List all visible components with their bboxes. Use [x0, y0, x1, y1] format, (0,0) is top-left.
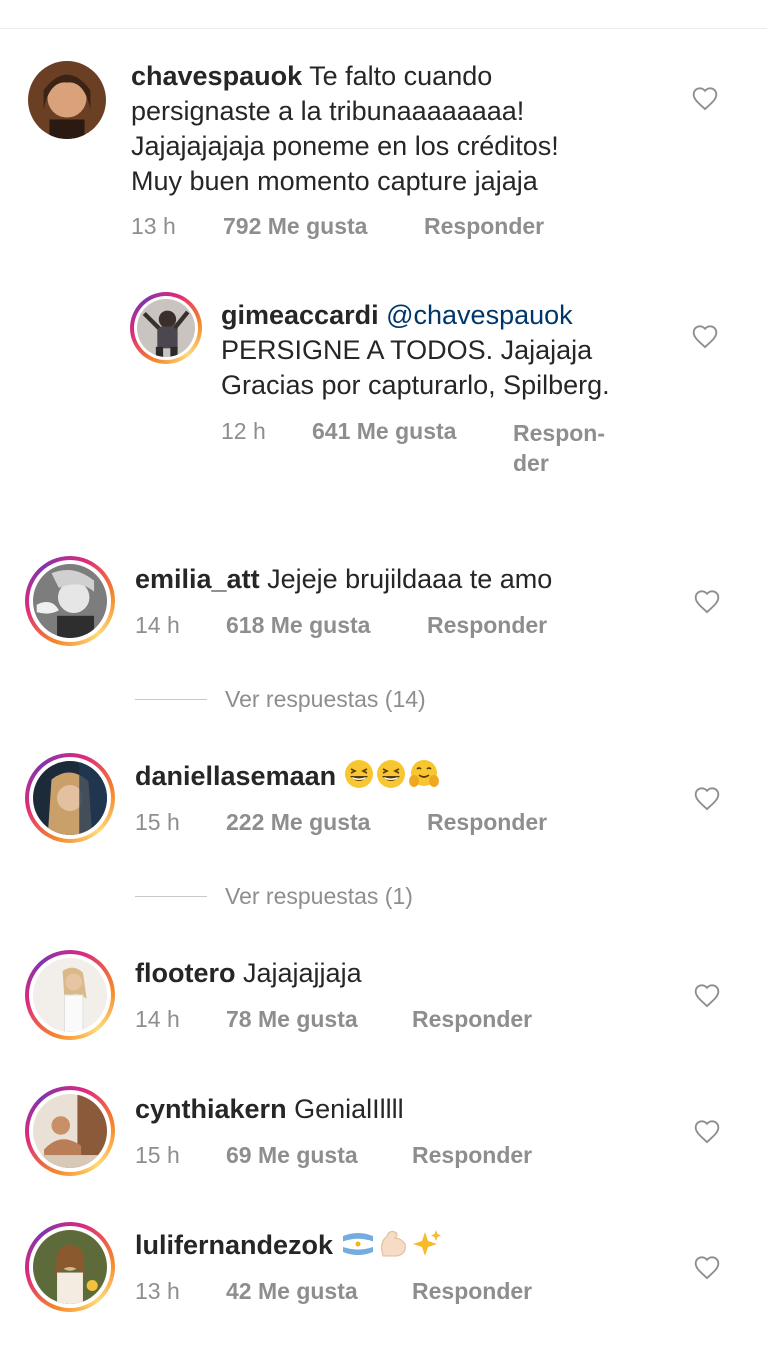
comment-text: Muy buen momento capture jajaja: [131, 166, 538, 196]
reply-label-line1: Respon-: [513, 420, 605, 446]
reply-button[interactable]: Responder: [427, 612, 547, 639]
avatar[interactable]: [130, 292, 202, 364]
heart-outline-icon[interactable]: [691, 85, 719, 111]
comment-username[interactable]: emilia_att: [135, 564, 260, 594]
likes-count[interactable]: 641 Me gusta: [312, 418, 456, 445]
comment-username[interactable]: chavespauok: [131, 61, 302, 91]
comment-time: 14 h: [135, 1006, 180, 1032]
heart-outline-icon[interactable]: [693, 1254, 721, 1280]
comment-time: 14 h: [135, 612, 180, 638]
flexed-biceps-emoji: [380, 1231, 406, 1257]
comment-text: Jejeje brujildaaa te amo: [267, 564, 553, 594]
likes-count[interactable]: 618 Me gusta: [226, 612, 370, 639]
grinning-squint-emoji: [376, 760, 405, 788]
likes-count[interactable]: 69 Me gusta: [226, 1142, 358, 1169]
reply-button[interactable]: Responder: [412, 1278, 532, 1305]
avatar[interactable]: [25, 556, 115, 646]
heart-outline-icon[interactable]: [693, 982, 721, 1008]
avatar[interactable]: [28, 61, 106, 139]
comment-time: 15 h: [135, 1142, 180, 1168]
reply-button[interactable]: Responder: [427, 809, 547, 836]
argentina-flag-emoji: [342, 1233, 373, 1255]
replies-divider-line: [135, 896, 207, 897]
avatar[interactable]: [25, 950, 115, 1040]
comment-text: PERSIGNE A TODOS. Jajajaja: [221, 335, 593, 365]
reply-button[interactable]: Responder: [424, 213, 544, 240]
likes-count[interactable]: 792 Me gusta: [223, 213, 367, 240]
comment-time: 12 h: [221, 418, 266, 444]
comment-time: 15 h: [135, 809, 180, 835]
comment-time: 13 h: [131, 213, 176, 239]
likes-count[interactable]: 222 Me gusta: [226, 809, 370, 836]
comment-username[interactable]: gimeaccardi: [221, 300, 379, 330]
comment-text: Jajajajajaja poneme en los créditos!: [131, 131, 559, 161]
view-replies-label: Ver respuestas (1): [225, 883, 413, 909]
heart-outline-icon[interactable]: [693, 588, 721, 614]
view-replies-label: Ver respuestas (14): [225, 686, 426, 712]
reply-button[interactable]: Responder: [412, 1142, 532, 1169]
reply-button[interactable]: Responder: [412, 1006, 532, 1033]
comment-text: persignaste a la tribunaaaaaaaa!: [131, 96, 525, 126]
reply-button[interactable]: Respon-der: [513, 418, 605, 478]
comment-time: 13 h: [135, 1278, 180, 1304]
grinning-squint-emoji: [344, 760, 373, 788]
avatar[interactable]: [25, 753, 115, 843]
comment-text: GenialIllll: [294, 1094, 404, 1124]
comment-text: Te falto cuando: [309, 61, 493, 91]
mention-link[interactable]: @chavespauok: [386, 300, 573, 330]
avatar[interactable]: [25, 1222, 115, 1312]
comment-username[interactable]: lulifernandezok: [135, 1230, 333, 1260]
comment-username[interactable]: daniellasemaan: [135, 761, 336, 791]
comment-text: Jajajajjaja: [243, 958, 362, 988]
hugging-face-emoji: [408, 760, 439, 787]
view-replies-button[interactable]: Ver respuestas (1): [135, 883, 413, 910]
reply-label-line2: der: [513, 450, 549, 476]
likes-count[interactable]: 78 Me gusta: [226, 1006, 358, 1033]
comment-text: Gracias por capturarlo, Spilberg.: [221, 370, 610, 400]
comment-username[interactable]: cynthiakern: [135, 1094, 287, 1124]
comment-username[interactable]: flootero: [135, 958, 236, 988]
view-replies-button[interactable]: Ver respuestas (14): [135, 686, 426, 713]
sparkles-emoji: [412, 1230, 441, 1256]
heart-outline-icon[interactable]: [693, 1118, 721, 1144]
likes-count[interactable]: 42 Me gusta: [226, 1278, 358, 1305]
replies-divider-line: [135, 699, 207, 700]
heart-outline-icon[interactable]: [693, 785, 721, 811]
avatar[interactable]: [25, 1086, 115, 1176]
top-divider: [0, 28, 767, 29]
heart-outline-icon[interactable]: [691, 323, 719, 349]
